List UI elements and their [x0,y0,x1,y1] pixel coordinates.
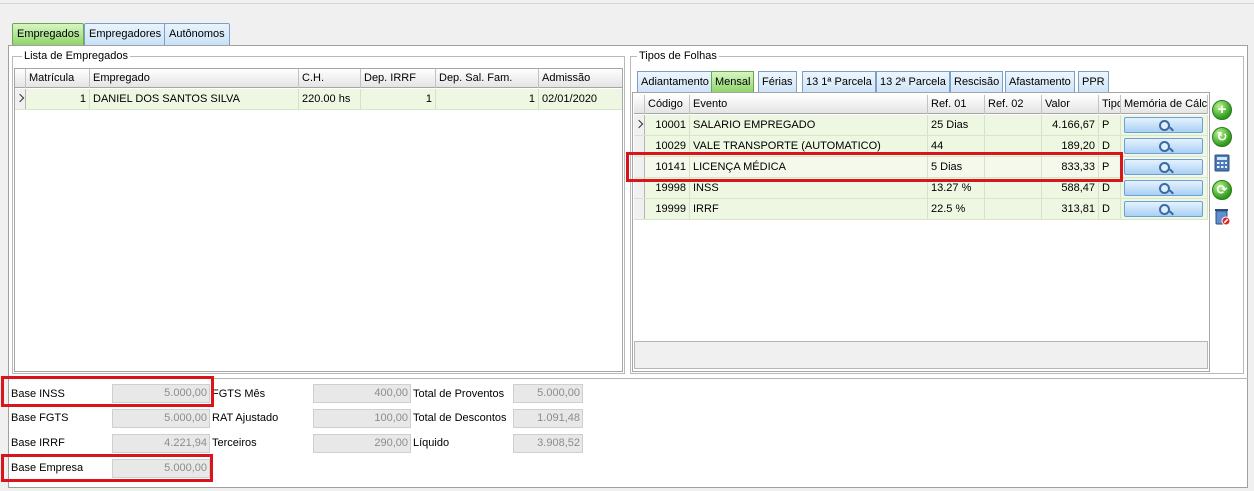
col-tipo[interactable]: Tipo [1099,95,1121,114]
cell-ch: 220.00 hs [299,89,361,109]
cell-valor: 4.166,67 [1042,115,1099,135]
tab-ferias[interactable]: Férias [758,71,797,92]
cell-evento: IRRF [690,199,928,219]
tab-adiantamento[interactable]: Adiantamento [637,71,713,92]
tab-13-1-parcela[interactable]: 13 1ª Parcela [802,71,876,92]
liquido-field: 3.908,52 [513,434,583,453]
total-descontos-label: Total de Descontos [413,412,507,424]
indicator-header [634,95,645,114]
highlight-licenca-medica-row [626,152,1123,182]
terceiros-field: 290,00 [313,434,411,453]
col-dep-irrf[interactable]: Dep. IRRF [361,69,436,88]
total-descontos-field: 1.091,48 [513,409,583,428]
cell-dep-sal-fam: 1 [436,89,539,109]
row-indicator-icon [15,89,26,109]
indicator-header [15,69,26,88]
tab-empregadores[interactable]: Empregadores [84,23,167,45]
fgts-mes-field: 400,00 [313,384,411,403]
cell-valor: 313,81 [1042,199,1099,219]
highlight-base-empresa [1,454,213,482]
col-empregado[interactable]: Empregado [90,69,299,88]
total-proventos-field: 5.000,00 [513,384,583,403]
total-proventos-label: Total de Proventos [413,388,505,400]
tab-mensal[interactable]: Mensal [711,71,755,92]
table-row[interactable]: 19999 IRRF 22.5 % 313,81 D [634,199,1208,220]
tab-empregados[interactable]: Empregados [12,23,85,45]
tab-13-2-parcela[interactable]: 13 2ª Parcela [876,71,950,92]
memoria-search-button[interactable] [1124,138,1203,154]
employees-group-title: Lista de Empregados [22,50,130,62]
table-row[interactable]: 1 DANIEL DOS SANTOS SILVA 220.00 hs 1 1 … [15,89,622,110]
memoria-cell [1121,136,1208,156]
col-admissao[interactable]: Admissão [539,69,622,88]
cell-codigo: 10001 [645,115,690,135]
col-ref02[interactable]: Ref. 02 [985,95,1042,114]
recalculate-icon[interactable]: ⟳ [1212,180,1232,200]
tab-autonomos[interactable]: Autônomos [164,23,230,45]
memoria-search-button[interactable] [1124,201,1203,217]
eventos-grid-header: Código Evento Ref. 01 Ref. 02 Valor Tipo… [634,95,1208,114]
base-irrf-field: 4.221,94 [112,434,210,453]
col-memoria[interactable]: Memória de Cálc [1121,95,1208,114]
employees-grid[interactable]: Matrícula Empregado C.H. Dep. IRRF Dep. … [14,68,623,372]
cell-dep-irrf: 1 [361,89,436,109]
cell-ref01: 22.5 % [928,199,985,219]
cell-codigo: 19999 [645,199,690,219]
eventos-grid-footer [634,341,1208,369]
col-ch[interactable]: C.H. [299,69,361,88]
highlight-base-inss [1,376,214,407]
base-irrf-label: Base IRRF [11,437,65,449]
memoria-search-button[interactable] [1124,180,1203,196]
calculator-icon[interactable] [1212,153,1232,173]
row-indicator [634,199,645,219]
rat-ajustado-label: RAT Ajustado [212,412,279,424]
memoria-cell [1121,199,1208,219]
eventos-grid[interactable]: Código Evento Ref. 01 Ref. 02 Valor Tipo… [634,95,1208,341]
col-codigo[interactable]: Código [645,95,690,114]
cell-empregado: DANIEL DOS SANTOS SILVA [90,89,299,109]
delete-icon[interactable] [1212,206,1232,226]
memoria-cell [1121,157,1208,177]
top-divider [0,3,1254,4]
col-ref01[interactable]: Ref. 01 [928,95,985,114]
cell-ref02 [985,199,1042,219]
cell-matricula: 1 [26,89,90,109]
cell-evento: SALARIO EMPREGADO [690,115,928,135]
cell-ref02 [985,115,1042,135]
add-icon[interactable]: + [1212,100,1232,120]
memoria-search-button[interactable] [1124,117,1203,133]
tab-rescisao[interactable]: Rescisão [950,71,1004,92]
refresh-icon[interactable]: ↻ [1212,127,1232,147]
tab-ppr[interactable]: PPR [1078,71,1109,92]
memoria-search-button[interactable] [1124,159,1203,175]
terceiros-label: Terceiros [212,437,257,449]
col-valor[interactable]: Valor [1042,95,1099,114]
liquido-label: Líquido [413,437,450,449]
rat-ajustado-field: 100,00 [313,409,411,428]
cell-tipo: D [1099,199,1121,219]
col-dep-sal-fam[interactable]: Dep. Sal. Fam. [436,69,539,88]
cell-admissao: 02/01/2020 [539,89,622,109]
cell-ref01: 25 Dias [928,115,985,135]
base-fgts-label: Base FGTS [11,412,69,424]
table-row[interactable]: 10001 SALARIO EMPREGADO 25 Dias 4.166,67… [634,115,1208,136]
tab-afastamento[interactable]: Afastamento [1005,71,1075,92]
base-fgts-field: 5.000,00 [112,409,210,428]
col-matricula[interactable]: Matrícula [26,69,90,88]
fgts-mes-label: FGTS Mês [212,388,266,400]
col-evento[interactable]: Evento [690,95,928,114]
row-indicator-icon [634,115,645,135]
memoria-cell [1121,115,1208,135]
folhas-group-title: Tipos de Folhas [637,50,719,62]
cell-tipo: P [1099,115,1121,135]
employees-grid-header: Matrícula Empregado C.H. Dep. IRRF Dep. … [15,69,622,88]
memoria-cell [1121,178,1208,198]
